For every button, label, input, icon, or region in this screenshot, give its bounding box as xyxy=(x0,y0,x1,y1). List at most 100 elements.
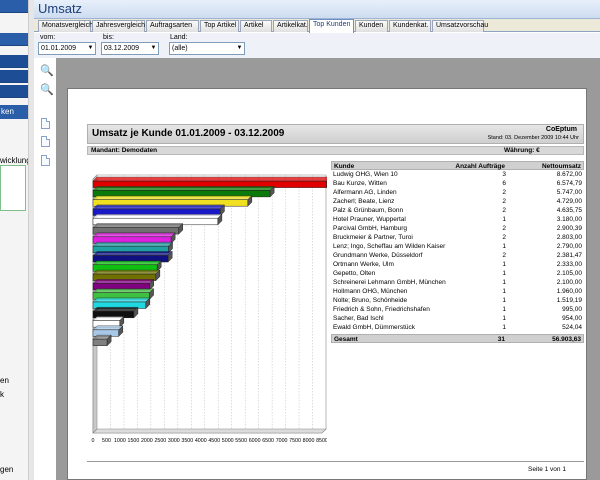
page-icon[interactable] xyxy=(41,118,50,129)
tab-kundenkat[interactable]: Kundenkat. xyxy=(389,20,431,32)
bis-label: bis: xyxy=(103,34,114,41)
tab-artikelkat[interactable]: Artikelkat. xyxy=(273,20,308,32)
chart-bar-top xyxy=(92,325,124,331)
tab-umsatzvorschau[interactable]: Umsatzvorschau xyxy=(432,20,488,32)
cell-kunde: Grundmann Werke, Düsseldorf xyxy=(333,252,423,259)
chart-bar-top xyxy=(92,297,151,303)
table-row: Lenz; Ingo, Scheffau am Wilden Kaiser 1 2.… xyxy=(331,242,584,251)
chart-bar-top xyxy=(92,195,253,200)
cell-umsatz: 3.180,00 xyxy=(556,216,582,223)
tool-column: 🔍 🔍 xyxy=(34,58,56,480)
report-viewer[interactable]: Umsatz je Kunde 01.01.2009 - 03.12.2009 … xyxy=(56,58,600,480)
page-indicator: Seite 1 von 1 xyxy=(528,466,566,473)
chart-bar-top xyxy=(92,213,223,219)
cell-umsatz: 4.729,00 xyxy=(556,198,582,205)
bis-date-value: 03.12.2009 xyxy=(104,45,140,52)
table-row: Schreinerei Lehmann GmbH, München 1 2.100,… xyxy=(331,278,584,287)
cell-kunde: Ludwig OHG, Wien 10 xyxy=(333,171,398,178)
cell-umsatz: 1.519,19 xyxy=(556,297,582,304)
chart-bar-top xyxy=(92,241,174,247)
cell-auftraege: 2 xyxy=(502,225,506,232)
chart-tick-label: 6500 xyxy=(262,438,274,444)
cell-umsatz: 524,04 xyxy=(562,324,582,331)
cell-auftraege: 1 xyxy=(502,324,506,331)
zoom-in-icon[interactable]: 🔍 xyxy=(40,84,54,96)
table-body: Ludwig OHG, Wien 10 3 8.672,00 Bau Kunze, W… xyxy=(331,170,584,332)
sidebar-item-label[interactable]: en xyxy=(0,376,9,385)
tab-top-kunden[interactable]: Top Kunden xyxy=(309,19,354,33)
chart-tick-label: 3000 xyxy=(168,438,180,444)
sidebar-item-label[interactable]: k xyxy=(0,390,4,399)
chart-bar-front xyxy=(92,338,108,346)
vom-date-field[interactable]: 01.01.2009 ▼ xyxy=(38,42,96,55)
report-page: Umsatz je Kunde 01.01.2009 - 03.12.2009 … xyxy=(67,88,587,480)
cell-umsatz: 2.790,00 xyxy=(556,243,582,250)
chart-bar xyxy=(92,232,176,245)
cell-auftraege: 1 xyxy=(502,306,506,313)
dropdown-arrow-icon[interactable]: ▼ xyxy=(150,44,157,53)
cell-umsatz: 2.333,00 xyxy=(556,261,582,268)
chart-tick-label: 5000 xyxy=(222,438,234,444)
cell-umsatz: 2.381,47 xyxy=(556,252,582,259)
table-row: Palz & Grünbaum, Bonn 2 4.635,75 xyxy=(331,206,584,215)
chart-floor xyxy=(92,428,327,434)
cell-umsatz: 1.960,00 xyxy=(556,288,582,295)
chart-tick-label: 4500 xyxy=(208,438,220,444)
chart-tick-label: 2000 xyxy=(141,438,153,444)
chart-bar-top xyxy=(92,288,155,293)
table-header: Kunde Anzahl Aufträge Nettoumsatz xyxy=(331,161,584,170)
tab-monatsvergleich[interactable]: Monatsvergleich xyxy=(38,20,93,32)
tab-jahresvergleich[interactable]: Jahresvergleich xyxy=(92,20,145,32)
cell-auftraege: 1 xyxy=(502,288,506,295)
cell-kunde: Hotel Prauner, Wuppertal xyxy=(333,216,406,223)
cell-kunde: Gepetto, Olten xyxy=(333,270,376,277)
cell-auftraege: 1 xyxy=(502,279,506,286)
dropdown-arrow-icon[interactable]: ▼ xyxy=(87,44,94,53)
zoom-out-icon[interactable]: 🔍 xyxy=(40,65,54,77)
page-icon[interactable] xyxy=(41,155,50,166)
chart-bar xyxy=(92,297,151,310)
cell-auftraege: 2 xyxy=(502,234,506,241)
chart-bar xyxy=(92,204,226,217)
table-row: Ortmann Werke, Ulm 1 2.333,00 xyxy=(331,260,584,269)
cell-umsatz: 8.672,00 xyxy=(556,171,582,178)
chart-bar xyxy=(92,325,124,338)
bis-date-field[interactable]: 03.12.2009 ▼ xyxy=(101,42,159,55)
chart-bar-top xyxy=(92,223,184,228)
footer-divider xyxy=(87,461,584,462)
tab-kunden[interactable]: Kunden xyxy=(355,20,388,32)
stand-label: Stand: xyxy=(487,135,504,141)
page-icon[interactable] xyxy=(41,136,50,147)
table-row: Gepetto, Olten 1 2.105,00 xyxy=(331,269,584,278)
tab-artikel[interactable]: Artikel xyxy=(240,20,272,32)
cell-umsatz: 2.105,00 xyxy=(556,270,582,277)
dropdown-arrow-icon[interactable]: ▼ xyxy=(236,44,243,53)
cell-auftraege: 2 xyxy=(502,189,506,196)
chart-tick-label: 6000 xyxy=(249,438,261,444)
chart-tick-label: 1500 xyxy=(128,438,140,444)
chart-bar-top xyxy=(92,316,125,321)
chart-bar xyxy=(92,315,125,328)
chart-bar-top xyxy=(92,251,173,256)
tab-top-artikel[interactable]: Top Artikel xyxy=(200,20,239,32)
cell-kunde: Zacherl; Beate, Lienz xyxy=(333,198,395,205)
table-row: Nolte; Bruno, Schönheide 1 1.519,19 xyxy=(331,296,584,305)
chart-bar xyxy=(92,306,139,319)
sidebar-item-label[interactable]: gen xyxy=(0,465,13,474)
land-select[interactable]: (alle) ▼ xyxy=(169,42,245,55)
report-header: Umsatz je Kunde 01.01.2009 - 03.12.2009 … xyxy=(87,124,584,144)
report-title: Umsatz je Kunde 01.01.2009 - 03.12.2009 xyxy=(92,128,285,139)
vom-label: vom: xyxy=(40,34,56,41)
chart-tick-label: 5500 xyxy=(235,438,247,444)
chart-bar-top xyxy=(92,204,226,210)
cell-umsatz: 4.635,75 xyxy=(556,207,582,214)
sidebar-item-label[interactable]: wicklung xyxy=(0,156,31,165)
navigation-sidebar: ken wicklung en k gen xyxy=(0,0,34,480)
tab-auftragsarten[interactable]: Auftragsarten xyxy=(146,20,199,32)
cell-umsatz: 2.100,00 xyxy=(556,279,582,286)
mandant-row: Mandant: Demodaten Währung: € xyxy=(87,146,584,155)
cell-auftraege: 1 xyxy=(502,297,506,304)
table-row: Ewald GmbH, Dümmerstück 1 524,04 xyxy=(331,323,584,332)
chart-bar xyxy=(92,222,184,235)
cell-auftraege: 3 xyxy=(502,171,506,178)
